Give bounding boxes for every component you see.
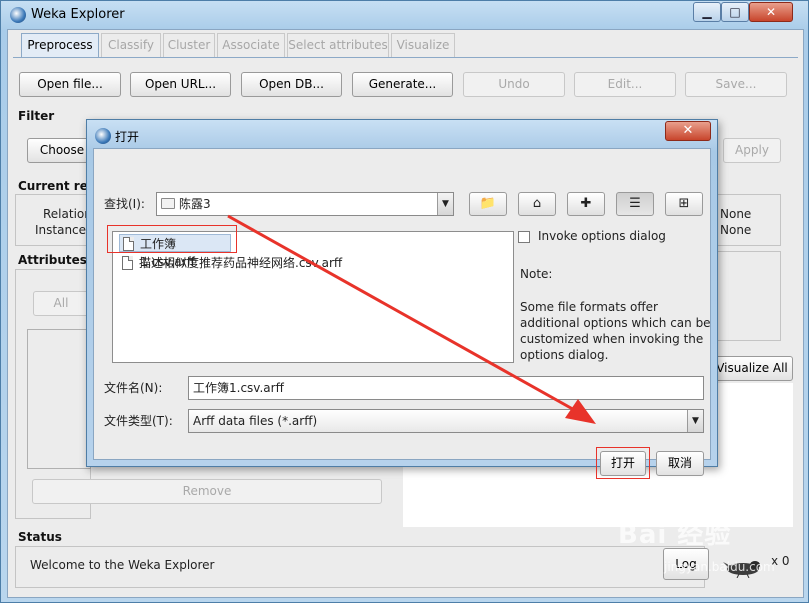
relation-value: None xyxy=(720,207,752,221)
tab-classify[interactable]: Classify xyxy=(101,33,161,57)
details-view-icon: ⊞ xyxy=(678,196,690,211)
look-in-label: 查找(I): xyxy=(104,197,145,211)
open-file-button[interactable]: Open file... xyxy=(19,72,121,97)
home-icon: ⌂ xyxy=(532,196,542,211)
tab-associate[interactable]: Associate xyxy=(217,33,285,57)
remove-button[interactable]: Remove xyxy=(32,479,382,504)
new-folder-button[interactable]: ✚ xyxy=(567,192,605,216)
file-icon xyxy=(122,256,133,270)
minimize-button[interactable]: ▁ xyxy=(693,2,721,22)
status-section-label: Status xyxy=(18,530,62,544)
tab-select-attributes[interactable]: Select attributes xyxy=(287,33,389,57)
up-folder-icon: 📁 xyxy=(479,196,497,211)
note-text: Some file formats offer additional optio… xyxy=(520,300,711,362)
dialog-app-icon xyxy=(95,128,111,144)
relation-label: Relation xyxy=(43,207,92,221)
file-item[interactable]: 描述相似度推荐药品神经网络.csv.arff xyxy=(119,254,342,272)
cancel-button[interactable]: 取消 xyxy=(656,451,704,476)
look-in-value: 陈露3 xyxy=(179,197,211,211)
attributes-section-label: Attributes xyxy=(18,253,87,267)
list-view-button[interactable]: ☰ xyxy=(616,192,654,216)
open-button-highlight xyxy=(596,447,650,479)
chevron-down-icon[interactable]: ▼ xyxy=(687,410,703,432)
up-folder-button[interactable]: 📁 xyxy=(469,192,507,216)
open-file-dialog: 打开 ✕ 查找(I): 陈露3 ▼ 📁 ⌂ ✚ ☰ ⊞ 工作簿1.csv.arf… xyxy=(86,119,718,479)
maximize-button[interactable]: □ xyxy=(721,2,749,22)
filetype-label: 文件类型(T): xyxy=(104,414,173,428)
filetype-value: Arff data files (*.arff) xyxy=(193,414,318,428)
tab-preprocess[interactable]: Preprocess xyxy=(21,33,99,57)
note-title: Note: xyxy=(520,267,553,281)
baidu-watermark: Bai 经验 xyxy=(618,520,732,550)
selected-attribute-panel xyxy=(717,251,781,341)
invoke-options-checkbox[interactable] xyxy=(518,231,530,243)
filetype-select[interactable]: Arff data files (*.arff) ▼ xyxy=(188,409,704,433)
attributes-all-button[interactable]: All xyxy=(33,291,89,316)
details-view-button[interactable]: ⊞ xyxy=(665,192,703,216)
weka-app-icon xyxy=(10,7,26,23)
instances-label: Instances xyxy=(35,223,93,237)
status-message: Welcome to the Weka Explorer xyxy=(30,558,215,572)
open-url-button[interactable]: Open URL... xyxy=(130,72,231,97)
chevron-down-icon[interactable]: ▼ xyxy=(437,193,453,215)
edit-button[interactable]: Edit... xyxy=(574,72,676,97)
dialog-client-area: 查找(I): 陈露3 ▼ 📁 ⌂ ✚ ☰ ⊞ 工作簿1.csv.arff 描述相… xyxy=(93,148,711,479)
save-button[interactable]: Save... xyxy=(685,72,787,97)
baidu-watermark-url: jingyan.baidu.com xyxy=(664,560,775,574)
folder-icon xyxy=(161,198,175,209)
window-title: Weka Explorer xyxy=(31,7,125,22)
tab-divider xyxy=(13,57,798,58)
filename-label: 文件名(N): xyxy=(104,381,163,395)
filename-value: 工作簿1.csv.arff xyxy=(193,381,284,395)
filter-section-label: Filter xyxy=(18,109,55,123)
list-view-icon: ☰ xyxy=(629,196,641,211)
undo-button[interactable]: Undo xyxy=(463,72,565,97)
tab-cluster[interactable]: Cluster xyxy=(163,33,215,57)
tab-visualize[interactable]: Visualize xyxy=(391,33,455,57)
close-button[interactable]: ✕ xyxy=(749,2,793,22)
dialog-title: 打开 xyxy=(115,130,140,144)
look-in-combo[interactable]: 陈露3 ▼ xyxy=(156,192,454,216)
visualize-all-button[interactable]: Visualize All xyxy=(711,356,793,381)
generate-button[interactable]: Generate... xyxy=(352,72,453,97)
file-item-label: 描述相似度推荐药品神经网络.csv.arff xyxy=(139,256,343,270)
attributes-list[interactable] xyxy=(27,329,91,469)
open-db-button[interactable]: Open DB... xyxy=(241,72,342,97)
filter-apply-button[interactable]: Apply xyxy=(723,138,781,163)
attributes-count-value: None xyxy=(720,223,752,237)
home-button[interactable]: ⌂ xyxy=(518,192,556,216)
filename-input[interactable]: 工作簿1.csv.arff xyxy=(188,376,704,400)
invoke-options-label: Invoke options dialog xyxy=(538,229,666,243)
new-folder-icon: ✚ xyxy=(580,196,592,211)
selected-file-highlight xyxy=(107,225,237,253)
dialog-close-button[interactable]: ✕ xyxy=(665,121,711,141)
